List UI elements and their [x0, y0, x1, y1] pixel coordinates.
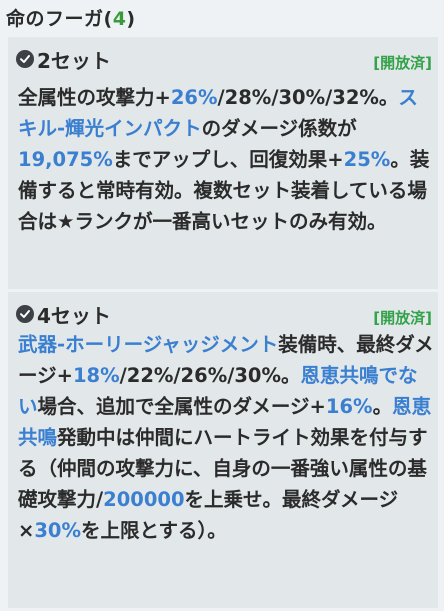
- highlight-text: 26%: [170, 86, 218, 109]
- set-title-close: ): [126, 8, 136, 30]
- highlight-text: 200000: [103, 488, 185, 511]
- set-bonus-header: 2セット: [16, 47, 111, 73]
- description-text: を上限とする）。: [81, 519, 227, 542]
- description-text: までアップし、回復効果+: [112, 148, 344, 171]
- set-title: 命のフーガ(4): [6, 4, 136, 31]
- description-text: のダメージ係数が: [201, 117, 357, 140]
- status-badge: [開放済]: [373, 54, 432, 72]
- set-count: 4: [112, 8, 127, 30]
- description-text: 。: [372, 395, 393, 418]
- highlight-text: 武器-ホーリージャッジメント: [18, 333, 279, 356]
- highlight-text: 19,075%: [18, 148, 113, 171]
- description-text: 全属性の攻撃力+: [18, 86, 171, 109]
- set-bonus-description: 武器-ホーリージャッジメント装備時、最終ダメージ+18%/22%/26%/30%…: [18, 329, 434, 546]
- set-bonus-2: 2セット [開放済] 全属性の攻撃力+26%/28%/30%/32%。スキル-輝…: [8, 37, 438, 289]
- check-icon: [16, 50, 34, 68]
- set-bonus-description: 全属性の攻撃力+26%/28%/30%/32%。スキル-輝光インパクトのダメージ…: [18, 82, 434, 237]
- set-bonus-name: 2セット: [37, 48, 111, 73]
- title-bar: 命のフーガ(4): [0, 0, 444, 36]
- set-title-text: 命のフーガ(: [6, 8, 113, 30]
- highlight-text: 30%: [34, 519, 82, 542]
- set-bonus-header: 4セット: [16, 302, 111, 328]
- set-bonus-4: 4セット [開放済] 武器-ホーリージャッジメント装備時、最終ダメージ+18%/…: [8, 292, 438, 608]
- highlight-text: 25%: [343, 148, 391, 171]
- check-icon: [16, 305, 34, 323]
- set-bonus-name: 4セット: [37, 303, 111, 328]
- highlight-text: 16%: [325, 395, 373, 418]
- highlight-text: 18%: [72, 364, 120, 387]
- description-text: /28%/30%/32%。: [217, 86, 399, 109]
- description-text: /22%/26%/30%。: [119, 364, 301, 387]
- description-text: 場合、追加で全属性のダメージ+: [37, 395, 326, 418]
- status-badge: [開放済]: [373, 309, 432, 327]
